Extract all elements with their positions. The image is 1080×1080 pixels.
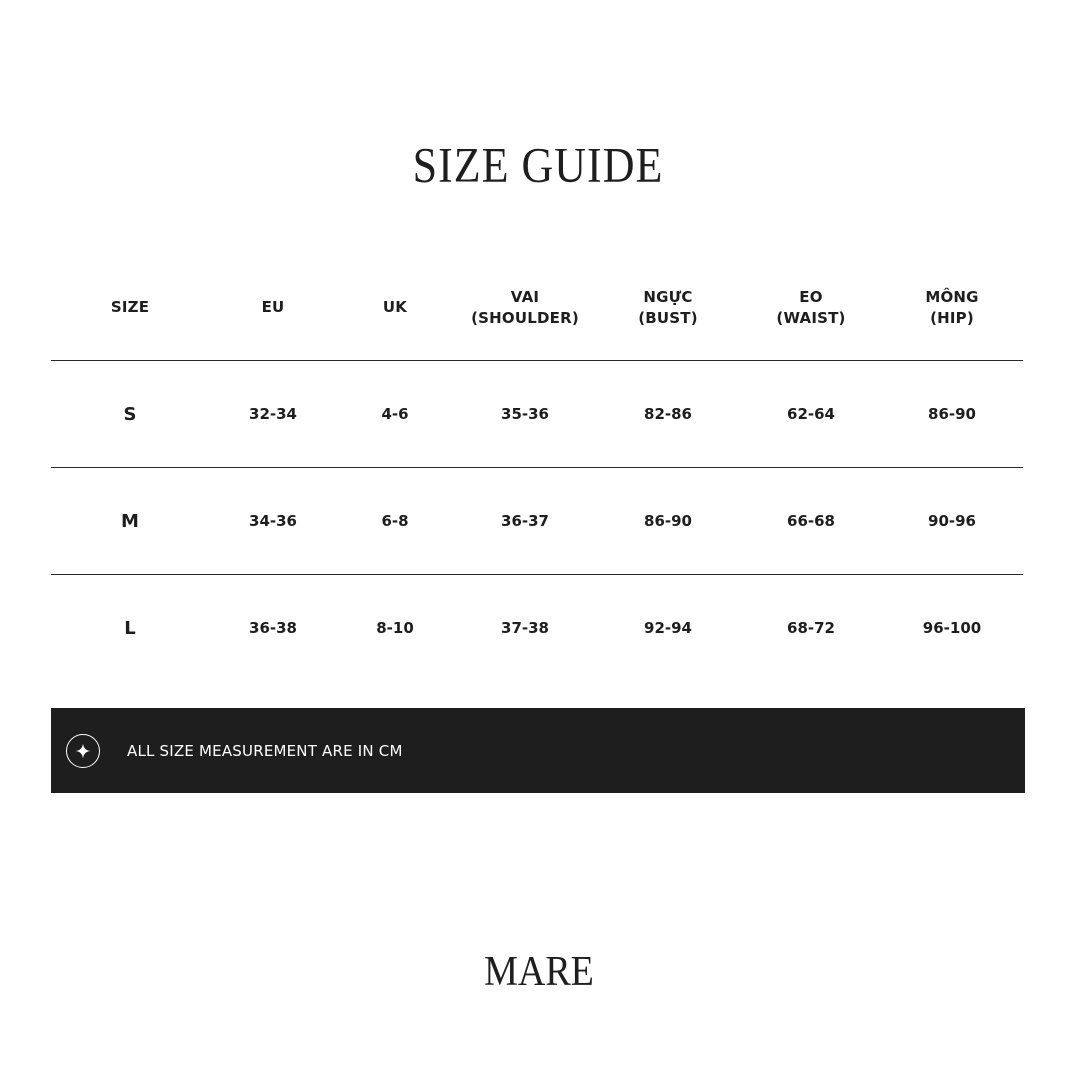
header-hip: MÔNG (HIP) bbox=[925, 287, 979, 327]
size-label: M bbox=[121, 510, 139, 532]
header-uk: UK bbox=[382, 298, 408, 316]
bust-value: 86-90 bbox=[644, 511, 692, 530]
uk-value: 4-6 bbox=[381, 404, 409, 423]
eu-value: 36-38 bbox=[249, 618, 297, 637]
table-row: L 36-38 8-10 37-38 92-94 68-72 96-100 bbox=[51, 575, 1023, 681]
waist-value: 66-68 bbox=[787, 511, 835, 530]
sparkle-icon bbox=[66, 734, 100, 768]
brand-logo: MARE bbox=[484, 948, 594, 996]
size-label: S bbox=[123, 403, 137, 425]
hip-value: 86-90 bbox=[928, 404, 976, 423]
hip-value: 90-96 bbox=[928, 511, 976, 530]
shoulder-value: 35-36 bbox=[501, 404, 549, 423]
table-row: S 32-34 4-6 35-36 82-86 62-64 86-90 bbox=[51, 361, 1023, 468]
size-table: SIZE EU UK VAI (SHOULDER) NGỰC (BUST) EO… bbox=[51, 255, 1023, 681]
header-bust: NGỰC (BUST) bbox=[638, 287, 698, 327]
waist-value: 62-64 bbox=[787, 404, 835, 423]
header-waist: EO (WAIST) bbox=[776, 287, 846, 327]
shoulder-value: 36-37 bbox=[501, 511, 549, 530]
uk-value: 8-10 bbox=[376, 618, 414, 637]
measurement-note-text: ALL SIZE MEASUREMENT ARE IN CM bbox=[127, 742, 403, 760]
bust-value: 82-86 bbox=[644, 404, 692, 423]
measurement-note-bar: ALL SIZE MEASUREMENT ARE IN CM bbox=[51, 708, 1025, 793]
bust-value: 92-94 bbox=[644, 618, 692, 637]
uk-value: 6-8 bbox=[381, 511, 409, 530]
waist-value: 68-72 bbox=[787, 618, 835, 637]
header-size: SIZE bbox=[110, 298, 150, 316]
table-header-row: SIZE EU UK VAI (SHOULDER) NGỰC (BUST) EO… bbox=[51, 255, 1023, 361]
eu-value: 34-36 bbox=[249, 511, 297, 530]
hip-value: 96-100 bbox=[922, 618, 982, 637]
eu-value: 32-34 bbox=[249, 404, 297, 423]
size-label: L bbox=[124, 617, 136, 639]
table-row: M 34-36 6-8 36-37 86-90 66-68 90-96 bbox=[51, 468, 1023, 575]
shoulder-value: 37-38 bbox=[501, 618, 549, 637]
header-shoulder: VAI (SHOULDER) bbox=[471, 287, 579, 327]
header-eu: EU bbox=[261, 298, 285, 316]
page-title: SIZE GUIDE bbox=[412, 138, 664, 193]
